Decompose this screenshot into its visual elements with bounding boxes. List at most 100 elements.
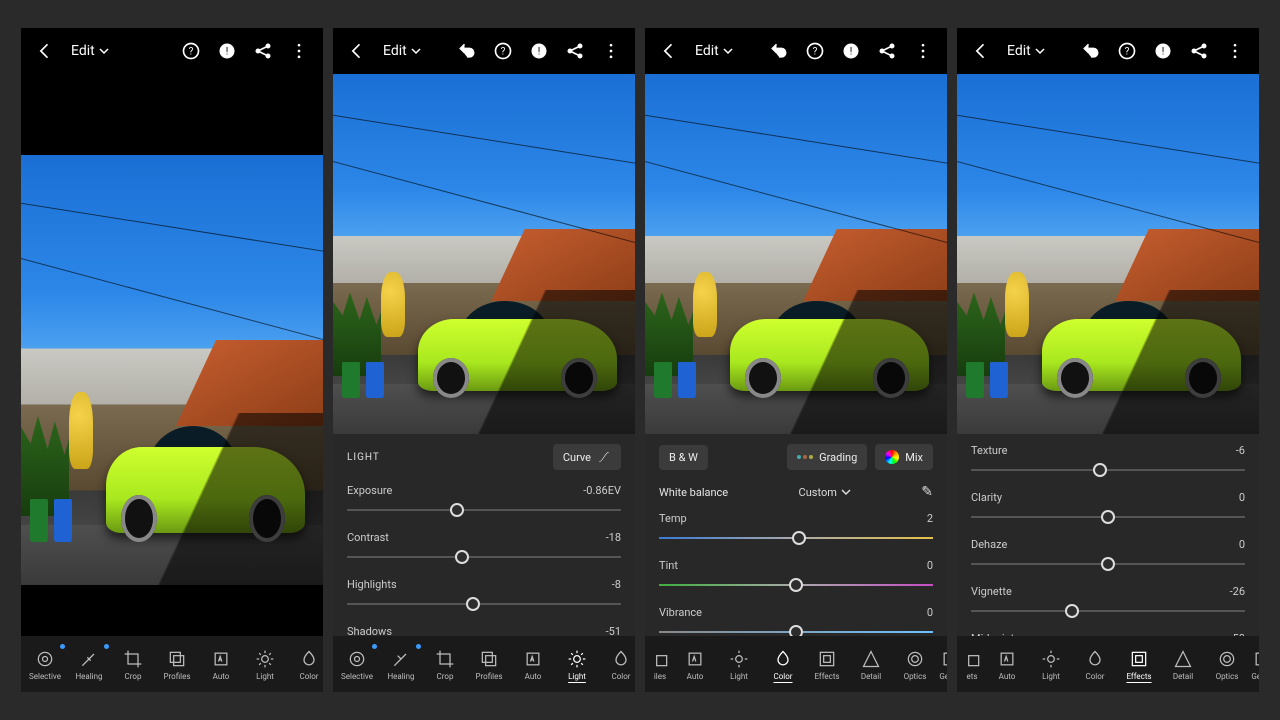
undo-icon[interactable]	[1077, 37, 1105, 65]
tool-crop[interactable]: Crop	[111, 644, 155, 685]
tool-optics[interactable]: Optics	[893, 644, 937, 685]
tint-row: Tint0	[659, 559, 933, 592]
temp-row: Temp2	[659, 512, 933, 545]
tool-color[interactable]: Color	[287, 644, 323, 685]
tool-light[interactable]: Light	[1029, 644, 1073, 685]
highlights-slider[interactable]	[347, 597, 621, 611]
topbar: Edit ? !	[21, 28, 323, 74]
more-icon[interactable]	[597, 37, 625, 65]
back-icon[interactable]	[967, 37, 995, 65]
tool-light[interactable]: Light	[555, 644, 599, 685]
undo-icon[interactable]	[453, 37, 481, 65]
edit-dropdown[interactable]: Edit	[67, 43, 113, 59]
contrast-slider[interactable]	[347, 550, 621, 564]
edit-dropdown[interactable]: Edit	[691, 43, 737, 59]
photo-preview[interactable]	[333, 74, 635, 434]
svg-text:?: ?	[813, 46, 818, 57]
topbar: Edit ? !	[333, 28, 635, 74]
wb-dropdown[interactable]: Custom	[799, 486, 851, 499]
tool-presets-cut[interactable]: ets	[959, 644, 985, 685]
panel-title: LIGHT	[347, 452, 380, 463]
screen-1-overview: Edit ? ! Selective Healing Crop Profiles…	[21, 28, 323, 692]
undo-icon[interactable]	[765, 37, 793, 65]
tool-light[interactable]: Light	[717, 644, 761, 685]
photo-preview[interactable]	[645, 74, 947, 434]
topbar: Edit ? !	[645, 28, 947, 74]
tool-color[interactable]: Color	[761, 644, 805, 685]
tool-strip: Selective Healing Crop Profiles Auto Lig…	[21, 636, 323, 692]
tool-profiles[interactable]: Profiles	[467, 644, 511, 685]
tool-color[interactable]: Color	[1073, 644, 1117, 685]
tool-auto[interactable]: Auto	[199, 644, 243, 685]
topbar: Edit ? !	[957, 28, 1259, 74]
tool-selective[interactable]: Selective	[335, 644, 379, 685]
bw-button[interactable]: B & W	[659, 445, 708, 470]
tool-detail[interactable]: Detail	[849, 644, 893, 685]
tool-color[interactable]: Color	[599, 644, 635, 685]
wb-label: White balance	[659, 486, 728, 499]
vibrance-slider[interactable]	[659, 625, 933, 636]
edit-dropdown[interactable]: Edit	[1003, 43, 1049, 59]
tool-profiles-cut[interactable]: iles	[647, 644, 673, 685]
share-icon[interactable]	[249, 37, 277, 65]
share-icon[interactable]	[561, 37, 589, 65]
share-icon[interactable]	[873, 37, 901, 65]
back-icon[interactable]	[31, 37, 59, 65]
vignette-slider[interactable]	[971, 604, 1245, 618]
color-panel: B & W Grading Mix White balance Custom ✎…	[645, 434, 947, 636]
dehaze-row: Dehaze0	[971, 538, 1245, 571]
svg-text:!: !	[1162, 46, 1165, 57]
help-icon[interactable]: ?	[177, 37, 205, 65]
back-icon[interactable]	[655, 37, 683, 65]
tool-auto[interactable]: Auto	[985, 644, 1029, 685]
exposure-row: Exposure-0.86EV	[347, 484, 621, 517]
tool-auto[interactable]: Auto	[673, 644, 717, 685]
tool-optics[interactable]: Optics	[1205, 644, 1249, 685]
info-icon[interactable]: !	[213, 37, 241, 65]
eyedropper-icon[interactable]: ✎	[921, 484, 933, 500]
vibrance-row: Vibrance0	[659, 606, 933, 636]
dehaze-slider[interactable]	[971, 557, 1245, 571]
svg-text:?: ?	[1125, 46, 1130, 57]
mix-button[interactable]: Mix	[875, 444, 933, 470]
more-icon[interactable]	[909, 37, 937, 65]
edit-label: Edit	[71, 43, 95, 59]
info-icon[interactable]: !	[525, 37, 553, 65]
clarity-row: Clarity0	[971, 491, 1245, 524]
tool-light[interactable]: Light	[243, 644, 287, 685]
tint-slider[interactable]	[659, 578, 933, 592]
info-icon[interactable]: !	[837, 37, 865, 65]
share-icon[interactable]	[1185, 37, 1213, 65]
tool-crop[interactable]: Crop	[423, 644, 467, 685]
help-icon[interactable]: ?	[1113, 37, 1141, 65]
svg-text:?: ?	[189, 46, 194, 57]
photo-preview[interactable]	[957, 74, 1259, 434]
tool-geometry-cut[interactable]: Geom	[1249, 644, 1259, 685]
temp-slider[interactable]	[659, 531, 933, 545]
vignette-row: Vignette-26	[971, 585, 1245, 618]
edit-dropdown[interactable]: Edit	[379, 43, 425, 59]
tool-selective[interactable]: Selective	[23, 644, 67, 685]
light-panel: LIGHT Curve Exposure-0.86EV Contrast-18 …	[333, 434, 635, 636]
svg-text:!: !	[226, 46, 229, 57]
help-icon[interactable]: ?	[489, 37, 517, 65]
texture-slider[interactable]	[971, 463, 1245, 477]
help-icon[interactable]: ?	[801, 37, 829, 65]
tool-effects[interactable]: Effects	[805, 644, 849, 685]
more-icon[interactable]	[1221, 37, 1249, 65]
tool-profiles[interactable]: Profiles	[155, 644, 199, 685]
tool-geometry-cut[interactable]: Geom	[937, 644, 947, 685]
tool-effects[interactable]: Effects	[1117, 644, 1161, 685]
grading-button[interactable]: Grading	[787, 444, 867, 470]
curve-button[interactable]: Curve	[553, 444, 621, 470]
tool-healing[interactable]: Healing	[379, 644, 423, 685]
clarity-slider[interactable]	[971, 510, 1245, 524]
exposure-slider[interactable]	[347, 503, 621, 517]
more-icon[interactable]	[285, 37, 313, 65]
photo-preview[interactable]	[21, 155, 323, 585]
info-icon[interactable]: !	[1149, 37, 1177, 65]
tool-detail[interactable]: Detail	[1161, 644, 1205, 685]
tool-healing[interactable]: Healing	[67, 644, 111, 685]
tool-auto[interactable]: Auto	[511, 644, 555, 685]
back-icon[interactable]	[343, 37, 371, 65]
